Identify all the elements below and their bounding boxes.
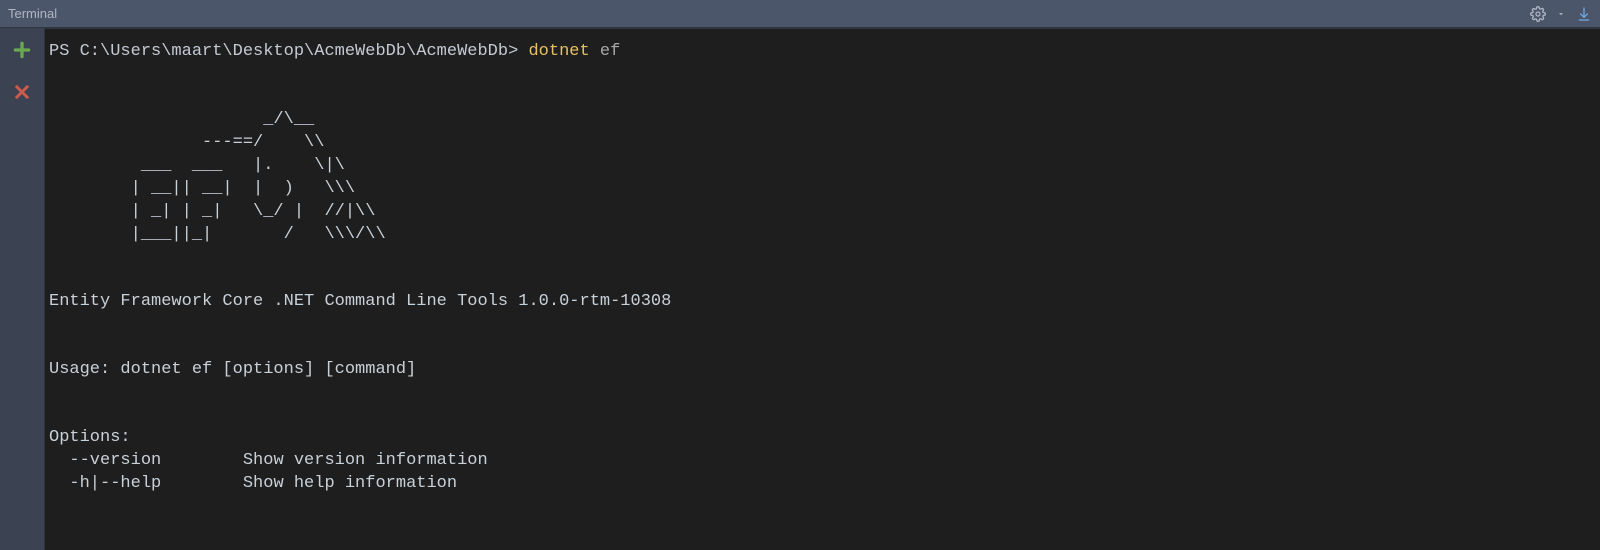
gear-icon[interactable] (1530, 6, 1546, 22)
option-desc: Show help information (233, 474, 457, 493)
titlebar-label: Terminal (8, 6, 57, 21)
option-flag: --version (49, 451, 233, 470)
prompt-prefix: PS C:\Users\maart\Desktop\AcmeWebDb\Acme… (49, 42, 528, 61)
option-desc: Show version information (233, 451, 488, 470)
command-rest: ef (590, 42, 621, 61)
plus-icon[interactable] (10, 38, 34, 62)
close-icon[interactable] (10, 80, 34, 104)
titlebar: Terminal (0, 0, 1600, 28)
content-area: PS C:\Users\maart\Desktop\AcmeWebDb\Acme… (0, 28, 1600, 550)
product-line: Entity Framework Core .NET Command Line … (49, 292, 671, 311)
titlebar-actions (1530, 6, 1592, 22)
command-main: dotnet (528, 42, 589, 61)
terminal-output[interactable]: PS C:\Users\maart\Desktop\AcmeWebDb\Acme… (45, 28, 1600, 550)
ascii-art-line: |___||_| / \\\/\\ (49, 225, 386, 244)
usage-line: Usage: dotnet ef [options] [command] (49, 360, 416, 379)
option-flag: -h|--help (49, 474, 233, 493)
ascii-art-line: | __|| __| | ) \\\ (49, 179, 355, 198)
sidebar (0, 28, 45, 550)
ascii-art-line: ---==/ \\ (49, 133, 324, 152)
ascii-art-line: ___ ___ |. \|\ (49, 156, 345, 175)
download-icon[interactable] (1576, 6, 1592, 22)
options-header: Options: (49, 428, 131, 447)
chevron-down-icon[interactable] (1556, 9, 1566, 19)
ascii-art-line: _/\__ (49, 110, 314, 129)
ascii-art-line: | _| | _| \_/ | //|\\ (49, 202, 375, 221)
